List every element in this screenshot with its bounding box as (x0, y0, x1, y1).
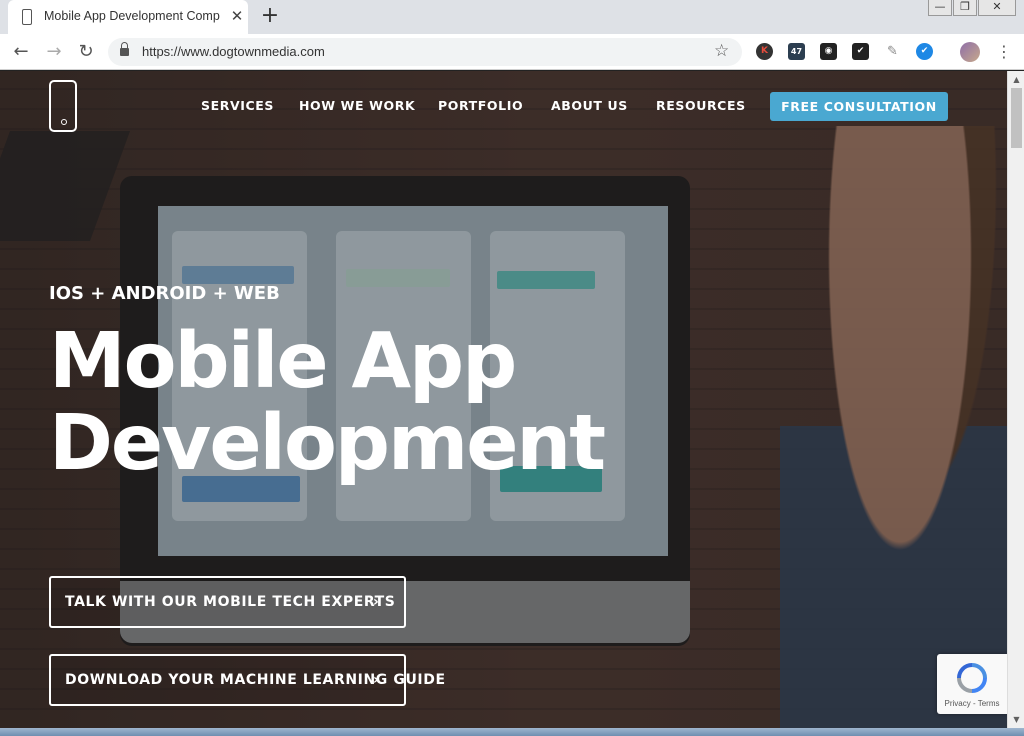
reload-icon[interactable]: ↻ (74, 40, 98, 64)
browser-tab[interactable]: Mobile App Development Comp ✕ (8, 0, 248, 34)
checkmark-extension-icon[interactable]: ✔ (852, 43, 869, 60)
recaptcha-badge[interactable]: Privacy - Terms (937, 654, 1007, 714)
website-hero: SERVICES HOW WE WORK PORTFOLIO ABOUT US … (0, 71, 1007, 728)
tab-title: Mobile App Development Comp (44, 9, 220, 23)
chevron-right-icon: › (373, 594, 380, 610)
nav-about-us[interactable]: ABOUT US (551, 98, 628, 113)
scroll-up-arrow-icon[interactable]: ▲ (1008, 71, 1024, 88)
talk-with-experts-button[interactable]: TALK WITH OUR MOBILE TECH EXPERTS › (49, 576, 406, 628)
talk-with-experts-label: TALK WITH OUR MOBILE TECH EXPERTS (65, 594, 396, 610)
address-bar[interactable]: https://www.dogtownmedia.com ☆ (108, 38, 742, 66)
dogtown-logo[interactable] (49, 80, 77, 132)
hero-title-line-1: Mobile App (49, 317, 517, 406)
47-extension-icon[interactable]: 47 (788, 43, 805, 60)
logo-dot (61, 119, 67, 125)
close-tab-icon[interactable]: ✕ (228, 6, 246, 26)
minimize-window-button[interactable]: — (928, 0, 952, 16)
recaptcha-icon (957, 663, 987, 693)
hero-title: Mobile App Development (49, 321, 669, 485)
nav-resources[interactable]: RESOURCES (656, 98, 746, 113)
brush-extension-icon[interactable]: ✎ (884, 43, 901, 60)
browser-titlebar: Mobile App Development Comp ✕ + — ❐ ✕ (0, 0, 1024, 34)
browser-toolbar: ← → ↻ https://www.dogtownmedia.com ☆ K 4… (0, 34, 1024, 70)
verified-badge-extension-icon[interactable]: ✔ (916, 43, 933, 60)
chevron-right-icon: › (373, 672, 380, 688)
nav-services[interactable]: SERVICES (201, 98, 274, 113)
restore-window-button[interactable]: ❐ (953, 0, 977, 16)
k-extension-icon[interactable]: K (756, 43, 773, 60)
download-ml-guide-button[interactable]: DOWNLOAD YOUR MACHINE LEARNING GUIDE › (49, 654, 445, 706)
forward-arrow-icon[interactable]: → (42, 40, 66, 64)
url-text[interactable]: https://www.dogtownmedia.com (142, 44, 325, 59)
download-ml-guide-label: DOWNLOAD YOUR MACHINE LEARNING GUIDE (65, 672, 446, 688)
page-scrollbar[interactable]: ▲ ▼ (1007, 71, 1024, 728)
scroll-thumb[interactable] (1011, 88, 1022, 148)
hero-title-line-2: Development (49, 399, 606, 488)
os-taskbar (0, 728, 1024, 736)
scroll-down-arrow-icon[interactable]: ▼ (1008, 711, 1024, 728)
profile-avatar[interactable] (960, 42, 980, 62)
phone-favicon-icon (22, 9, 32, 25)
camera-extension-icon[interactable]: ◉ (820, 43, 837, 60)
lock-icon[interactable] (120, 42, 129, 57)
recaptcha-privacy-terms[interactable]: Privacy - Terms (937, 699, 1007, 708)
nav-portfolio[interactable]: PORTFOLIO (438, 98, 523, 113)
browser-menu-icon[interactable]: ⋮ (996, 40, 1012, 64)
nav-how-we-work[interactable]: HOW WE WORK (299, 98, 415, 113)
close-window-button[interactable]: ✕ (978, 0, 1016, 16)
back-arrow-icon[interactable]: ← (9, 40, 33, 64)
new-tab-button[interactable]: + (258, 4, 282, 28)
bookmark-star-icon[interactable]: ☆ (714, 41, 729, 61)
free-consultation-button[interactable]: FREE CONSULTATION (770, 92, 948, 121)
hero-eyebrow: IOS + ANDROID + WEB (49, 283, 280, 304)
